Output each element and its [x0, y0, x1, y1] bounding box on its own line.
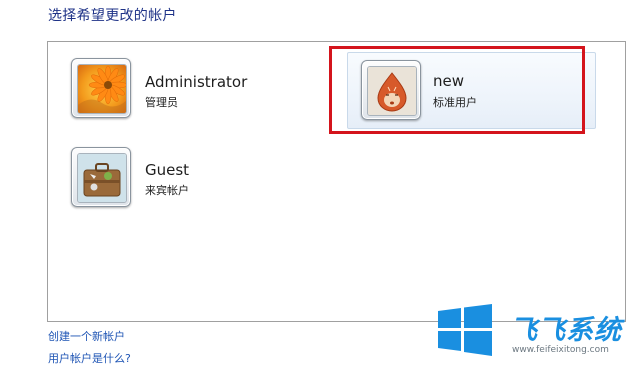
account-name: Administrator [145, 73, 248, 91]
suitcase-avatar-icon [77, 153, 127, 203]
page-title: 选择希望更改的帐户 [48, 8, 177, 24]
account-role: 标准用户 [433, 96, 477, 109]
avatar [361, 60, 421, 120]
cartoon-drop-avatar-icon [367, 66, 417, 116]
accounts-panel: Administrator 管理员 new 标准用户 Guest 来宾帐户 [47, 41, 626, 322]
what-is-account-link[interactable]: 用户帐户是什么? [48, 350, 131, 366]
create-account-link[interactable]: 创建一个新帐户 [48, 328, 125, 344]
watermark: 飞飞系统 www.feifeixitong.com [436, 304, 634, 362]
account-role: 来宾帐户 [145, 184, 189, 197]
avatar [71, 147, 131, 207]
account-tile-administrator[interactable]: Administrator 管理员 [71, 58, 301, 122]
account-name: new [433, 72, 465, 90]
watermark-title: 飞飞系统 [510, 315, 622, 346]
account-role: 管理员 [145, 96, 178, 109]
windows-logo-icon [438, 304, 492, 356]
watermark-url: www.feifeixitong.com [512, 345, 609, 355]
account-tile-guest[interactable]: Guest 来宾帐户 [71, 147, 301, 211]
account-name: Guest [145, 161, 190, 179]
flower-avatar-icon [77, 64, 127, 114]
avatar [71, 58, 131, 118]
account-tile-new[interactable]: new 标准用户 [347, 52, 596, 129]
